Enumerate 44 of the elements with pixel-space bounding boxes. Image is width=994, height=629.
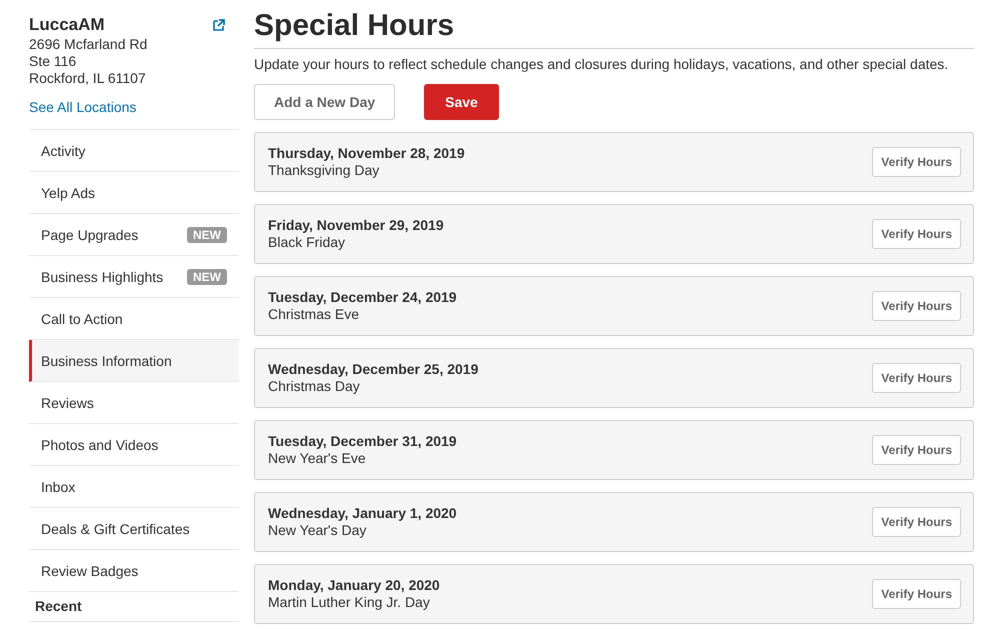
address-line: 2696 Mcfarland Rd [29,36,148,53]
address-line: Ste 116 [29,53,78,70]
new-badge: NEW [187,268,227,284]
sidebar-item[interactable]: Business Information [29,340,239,382]
sidebar-item[interactable]: Inbox [29,466,239,508]
sidebar-item[interactable]: Activity [29,130,239,172]
address-line: Rockford, IL 61107 [29,70,147,87]
verify-hours-button[interactable]: Verify Hours [872,363,961,393]
sidebar-item[interactable]: Business Highlights NEW [29,256,239,298]
sidebar-item[interactable]: Deals & Gift Certificates [29,508,239,550]
verify-hours-button[interactable]: Verify Hours [872,579,961,609]
sidebar-item[interactable]: Review Badges [29,550,239,592]
add-day-button[interactable]: Add a New Day [254,84,396,120]
see-all-locations-link[interactable]: See All Locations [29,99,136,115]
business-name: LuccaAM [29,14,105,36]
day-date: Tuesday, December 31, 2019 [268,433,457,450]
verify-hours-button[interactable]: Verify Hours [872,507,961,537]
sidebar-item[interactable]: Photos and Videos [29,424,239,466]
holiday-name: Christmas Day [268,378,361,395]
sidebar-item[interactable]: Yelp Ads [29,172,239,214]
day-date: Friday, November 29, 2019 [268,217,444,234]
verify-hours-button[interactable]: Verify Hours [872,219,961,249]
verify-hours-button[interactable]: Verify Hours [872,291,961,321]
sidebar-item[interactable]: Page Upgrades NEW [29,214,239,256]
page-description: Update your hours to reflect schedule changes and closures during holidays, vacations, and other special dates. [254,56,950,73]
new-badge: NEW [187,226,227,242]
holiday-name: Christmas Eve [268,306,360,323]
day-date: Wednesday, January 1, 2020 [268,505,457,522]
external-link-icon[interactable] [213,19,225,31]
holiday-name: New Year's Day [268,522,368,539]
day-date: Monday, January 20, 2020 [268,577,440,594]
page-title: Special Hours [254,8,974,49]
holiday-name: Black Friday [268,234,346,251]
verify-hours-button[interactable]: Verify Hours [872,435,961,465]
sidebar-item[interactable]: Reviews [29,382,239,424]
section-heading: Recent [29,592,239,622]
holiday-name: New Year's Eve [268,450,367,467]
save-button[interactable]: Save [424,84,499,120]
day-date: Tuesday, December 24, 2019 [268,289,457,306]
day-date: Thursday, November 28, 2019 [268,145,465,162]
holiday-name: Martin Luther King Jr. Day [268,594,431,611]
verify-hours-button[interactable]: Verify Hours [872,147,961,177]
holiday-name: Thanksgiving Day [268,162,380,179]
day-date: Wednesday, December 25, 2019 [268,361,478,378]
